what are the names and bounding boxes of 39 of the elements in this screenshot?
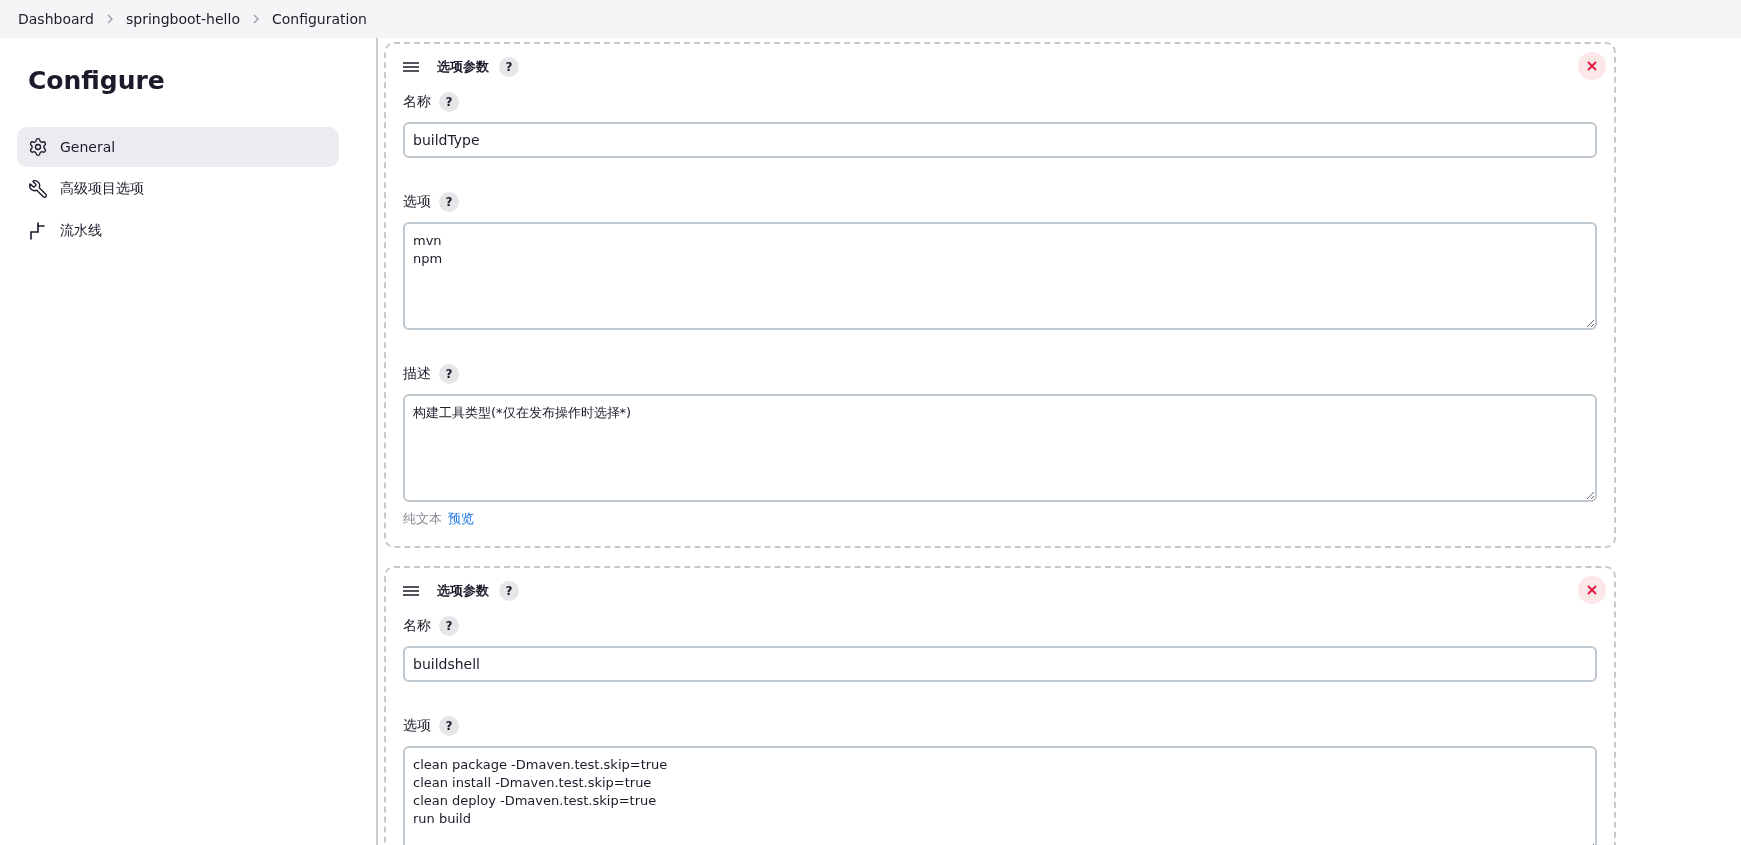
- help-icon[interactable]: ?: [439, 92, 459, 112]
- name-field[interactable]: buildshell: [403, 646, 1597, 682]
- close-button[interactable]: [1578, 576, 1606, 604]
- field-label: 描述: [403, 365, 431, 383]
- sidebar-item[interactable]: 流水线: [17, 211, 339, 251]
- field-label: 名称: [403, 93, 431, 111]
- sidebar-item[interactable]: General: [17, 127, 339, 167]
- chevron-icon: [105, 13, 114, 25]
- sidebar-item[interactable]: 高级项目选项: [17, 169, 339, 209]
- wrench-icon: [28, 179, 48, 199]
- help-icon[interactable]: ?: [439, 716, 459, 736]
- name-field[interactable]: buildType: [403, 122, 1597, 158]
- preview-link[interactable]: 预览: [448, 510, 474, 528]
- text-area[interactable]: 构建工具类型(*仅在发布操作时选择*): [403, 394, 1597, 502]
- plain-text-label: 纯文本: [403, 510, 442, 528]
- card-title: 选项参数: [437, 58, 489, 76]
- field-label: 选项: [403, 193, 431, 211]
- text-area[interactable]: clean package -Dmaven.test.skip=true clean install -Dmaven.test.skip=true clean deploy -Dmaven.test.skip=true run build: [403, 746, 1597, 845]
- drag-handle-icon[interactable]: [403, 62, 419, 72]
- help-icon[interactable]: ?: [499, 57, 519, 77]
- field-label: 名称: [403, 617, 431, 635]
- close-icon: [1587, 585, 1597, 595]
- pipeline-icon: [28, 221, 48, 241]
- breadcrumb-link[interactable]: Dashboard: [18, 11, 94, 27]
- help-icon[interactable]: ?: [439, 616, 459, 636]
- chevron-icon: [251, 13, 260, 25]
- breadcrumb-link[interactable]: springboot-hello: [125, 11, 240, 27]
- help-icon[interactable]: ?: [499, 581, 519, 601]
- breadcrumb-link[interactable]: Configuration: [271, 11, 367, 27]
- close-button[interactable]: [1578, 52, 1606, 80]
- help-icon[interactable]: ?: [439, 192, 459, 212]
- page-title: Configure: [28, 66, 166, 95]
- field-label: 选项: [403, 717, 431, 735]
- card-title: 选项参数: [437, 582, 489, 600]
- gear-icon: [28, 137, 48, 157]
- text-area[interactable]: mvn npm: [403, 222, 1597, 330]
- close-icon: [1587, 61, 1597, 71]
- help-icon[interactable]: ?: [439, 364, 459, 384]
- drag-handle-icon[interactable]: [403, 586, 419, 596]
